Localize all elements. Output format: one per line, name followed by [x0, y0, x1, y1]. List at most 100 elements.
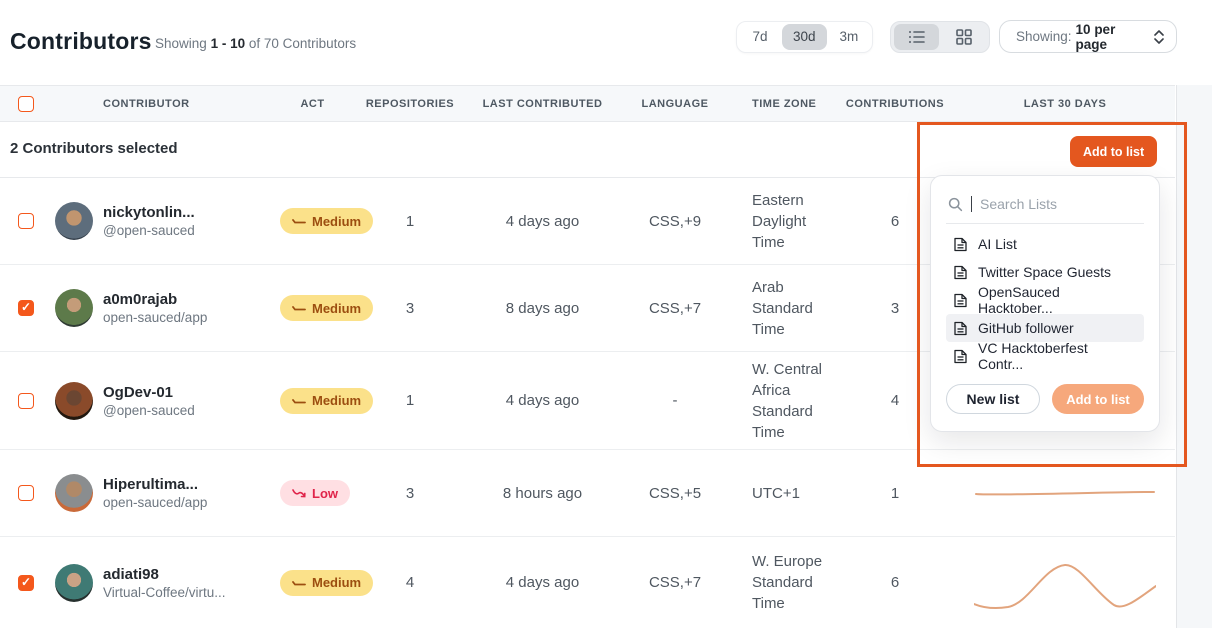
trend-flat-icon [292, 303, 306, 313]
date-range-toggle: 7d 30d 3m [736, 21, 873, 53]
add-to-list-popup: Search Lists AI List Twitter Space Guest… [930, 175, 1160, 432]
contributor-handle: open-sauced/app [103, 310, 207, 325]
right-gutter [1176, 85, 1212, 628]
list-name: GitHub follower [978, 320, 1074, 336]
row-checkbox[interactable] [18, 300, 34, 316]
language-value: - [610, 392, 740, 409]
per-page-value: 10 per page [1076, 22, 1150, 52]
row-checkbox[interactable] [18, 485, 34, 501]
contributions-value: 6 [835, 574, 955, 591]
divider [946, 223, 1144, 224]
column-header-contributor: CONTRIBUTOR [48, 98, 280, 110]
table-row: adiati98 Virtual-Coffee/virtu... Medium … [0, 537, 1175, 628]
activity-badge: Low [280, 480, 350, 506]
list-name: VC Hacktoberfest Contr... [978, 340, 1136, 372]
document-icon [954, 293, 967, 308]
contributor-name[interactable]: a0m0rajab [103, 291, 207, 308]
repositories-value: 4 [345, 574, 475, 591]
sparkline-wave [974, 553, 1156, 613]
row-checkbox[interactable] [18, 575, 34, 591]
contributor-handle: @open-sauced [103, 403, 195, 418]
list-item[interactable]: AI List [946, 230, 1144, 258]
add-to-list-button[interactable]: Add to list [1070, 136, 1157, 167]
list-view-button[interactable] [894, 24, 939, 50]
column-header-repositories: REPOSITORIES [345, 98, 475, 110]
row-checkbox[interactable] [18, 393, 34, 409]
avatar[interactable] [55, 382, 93, 420]
last-contributed-value: 8 days ago [475, 300, 610, 317]
column-header-time-zone: TIME ZONE [740, 98, 835, 110]
column-header-last-contributed: LAST CONTRIBUTED [475, 98, 610, 110]
timezone-value: Eastern Daylight Time [740, 190, 835, 253]
range-30d-button[interactable]: 30d [782, 24, 827, 50]
timezone-value: UTC+1 [740, 483, 835, 504]
timezone-value: W. Central Africa Standard Time [740, 359, 835, 443]
per-page-prefix: Showing: [1016, 29, 1072, 44]
last-contributed-value: 4 days ago [475, 213, 610, 230]
contributor-handle: Virtual-Coffee/virtu... [103, 585, 226, 600]
timezone-value: W. Europe Standard Time [740, 551, 835, 614]
select-all-checkbox[interactable] [18, 96, 34, 112]
selection-bar: 2 Contributors selected [0, 122, 1175, 178]
list-item[interactable]: OpenSauced Hacktober... [946, 286, 1144, 314]
repositories-value: 1 [345, 392, 475, 409]
contributions-value: 1 [835, 485, 955, 502]
top-bar: Contributors Showing 1 - 10 of 70 Contri… [0, 0, 1212, 85]
contributor-name[interactable]: adiati98 [103, 566, 226, 583]
column-header-language: LANGUAGE [610, 98, 740, 110]
contributor-name[interactable]: Hiperultima... [103, 476, 207, 493]
language-value: CSS,+5 [610, 485, 740, 502]
avatar[interactable] [55, 289, 93, 327]
new-list-button[interactable]: New list [946, 384, 1040, 414]
trend-flat-icon [292, 216, 306, 226]
column-header-contributions: CONTRIBUTIONS [835, 98, 955, 110]
last-contributed-value: 4 days ago [475, 574, 610, 591]
contributor-name[interactable]: OgDev-01 [103, 384, 195, 401]
list-view-icon [908, 29, 926, 45]
document-icon [954, 349, 967, 364]
showing-suffix: of 70 Contributors [249, 36, 356, 51]
chevron-up-down-icon [1154, 29, 1164, 45]
last-contributed-value: 8 hours ago [475, 485, 610, 502]
popup-add-to-list-button[interactable]: Add to list [1052, 384, 1144, 414]
page-title: Contributors [10, 28, 152, 55]
repositories-value: 1 [345, 213, 475, 230]
text-caret [971, 196, 972, 212]
range-3m-button[interactable]: 3m [829, 24, 870, 50]
search-icon [948, 197, 963, 212]
list-name: AI List [978, 236, 1017, 252]
repositories-value: 3 [345, 300, 475, 317]
grid-view-button[interactable] [941, 24, 986, 50]
sparkline-flat [974, 488, 1156, 498]
list-item[interactable]: VC Hacktoberfest Contr... [946, 342, 1144, 370]
avatar[interactable] [55, 202, 93, 240]
repositories-value: 3 [345, 485, 475, 502]
view-mode-toggle [890, 21, 990, 53]
column-header-act: ACT [280, 98, 345, 110]
table-header: CONTRIBUTOR ACT REPOSITORIES LAST CONTRI… [0, 85, 1175, 122]
language-value: CSS,+7 [610, 300, 740, 317]
avatar[interactable] [55, 474, 93, 512]
language-value: CSS,+7 [610, 574, 740, 591]
table-row: Hiperultima... open-sauced/app Low 3 8 h… [0, 450, 1175, 537]
trend-flat-icon [292, 578, 306, 588]
range-7d-button[interactable]: 7d [740, 24, 780, 50]
trend-flat-icon [292, 396, 306, 406]
avatar[interactable] [55, 564, 93, 602]
search-lists-input[interactable]: Search Lists [946, 188, 1144, 220]
document-icon [954, 321, 967, 336]
column-header-last-30-days: LAST 30 DAYS [955, 98, 1175, 110]
list-item[interactable]: Twitter Space Guests [946, 258, 1144, 286]
document-icon [954, 237, 967, 252]
showing-range: 1 - 10 [211, 36, 246, 51]
trend-down-icon [292, 488, 306, 499]
list-item[interactable]: GitHub follower [946, 314, 1144, 342]
timezone-value: Arab Standard Time [740, 277, 835, 340]
showing-summary: Showing 1 - 10 of 70 Contributors [155, 36, 356, 51]
contributor-name[interactable]: nickytonlin... [103, 204, 195, 221]
per-page-select[interactable]: Showing: 10 per page [999, 20, 1177, 53]
contributor-handle: open-sauced/app [103, 495, 207, 510]
contributor-handle: @open-sauced [103, 223, 195, 238]
document-icon [954, 265, 967, 280]
row-checkbox[interactable] [18, 213, 34, 229]
